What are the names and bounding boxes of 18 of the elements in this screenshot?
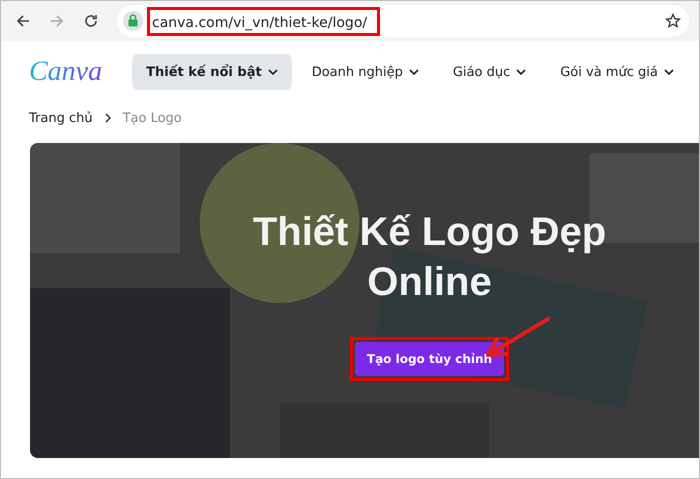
breadcrumb-link[interactable]: Trang chủ (29, 110, 93, 126)
hero-title: Thiết Kế Logo Đẹp Online (252, 209, 606, 306)
chevron-right-icon (104, 113, 111, 123)
nav-menu-item[interactable]: Gói và mức giá (546, 54, 688, 90)
nav-menu-item[interactable]: Doanh nghiệp (298, 54, 433, 90)
nav-menu-item[interactable]: Thiết kế nổi bật (132, 54, 292, 90)
address-bar[interactable]: canva.com/vi_vn/thiet-ke/logo/ (117, 5, 689, 37)
nav-menu-item[interactable]: Giáo dục (438, 54, 540, 90)
caret-down-icon (516, 69, 526, 75)
reload-icon[interactable] (83, 13, 99, 29)
url-text: canva.com/vi_vn/thiet-ke/logo/ (152, 14, 368, 30)
lock-icon (123, 11, 143, 31)
caret-down-icon (408, 69, 419, 75)
bookmark-star-icon[interactable] (665, 13, 681, 29)
caret-down-icon (664, 69, 674, 75)
back-arrow-icon[interactable] (15, 13, 31, 29)
caret-down-icon (268, 69, 278, 75)
create-logo-button[interactable]: Tạo logo tùy chỉnh (354, 342, 504, 376)
